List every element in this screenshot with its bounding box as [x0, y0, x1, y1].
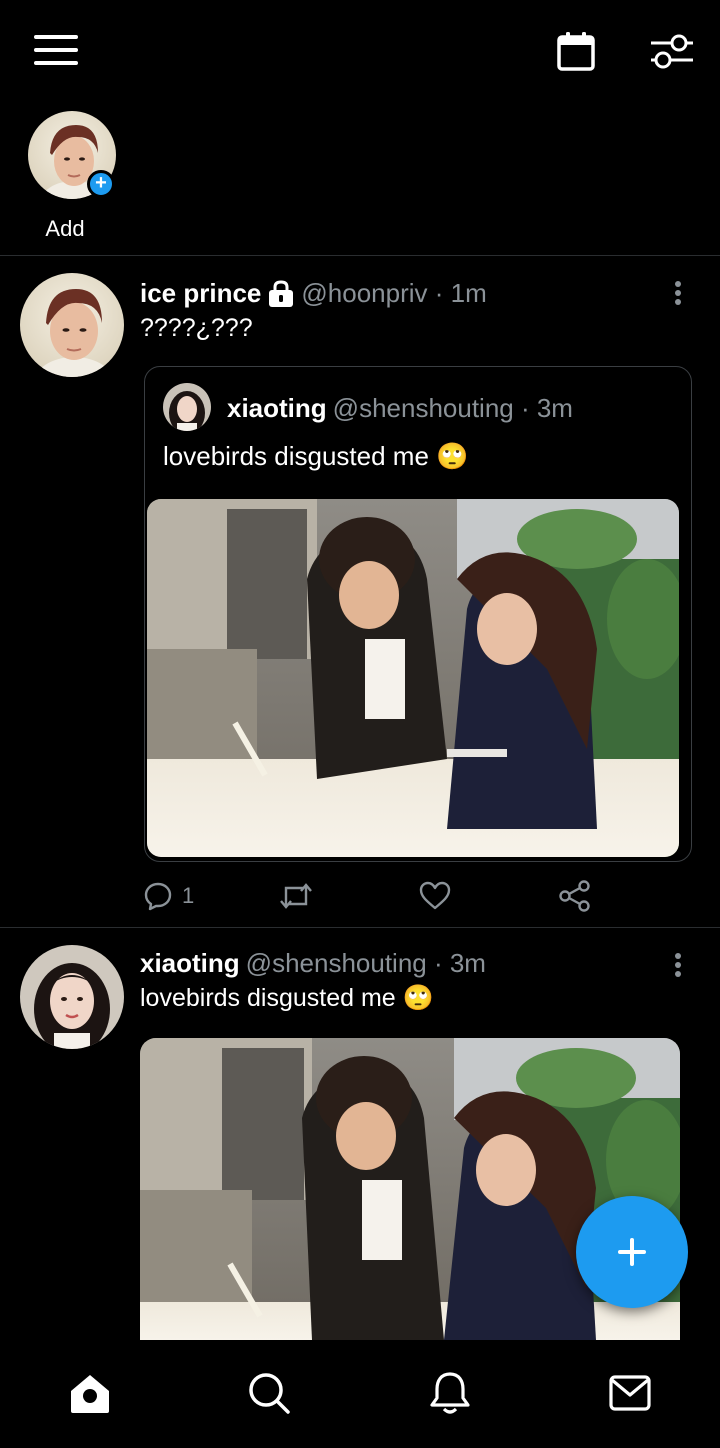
top-app-bar: [0, 0, 720, 100]
calendar-icon[interactable]: [554, 28, 598, 74]
add-fleet-label[interactable]: Add: [20, 216, 110, 242]
reply-icon: [142, 880, 174, 912]
reply-button[interactable]: 1: [142, 876, 194, 916]
quoted-tweet[interactable]: xiaoting @shenshouting · 3m lovebirds di…: [144, 366, 692, 862]
like-button[interactable]: [418, 876, 452, 916]
lock-icon: [267, 279, 295, 308]
avatar[interactable]: [20, 273, 124, 377]
sliders-icon[interactable]: [648, 30, 696, 72]
hamburger-menu-icon[interactable]: [30, 32, 82, 68]
tweet-text: lovebirds disgusted me 🙄: [140, 984, 434, 1012]
tweet-photo[interactable]: [147, 499, 679, 857]
tweet-actions: 1: [140, 876, 610, 916]
display-name[interactable]: ice prince: [140, 278, 261, 309]
retweet-button[interactable]: [278, 876, 314, 916]
bell-icon[interactable]: [425, 1368, 475, 1418]
tweet-text: ????¿???: [140, 314, 253, 342]
fleets-row: + Add: [0, 100, 720, 256]
quoted-tweet-header: xiaoting @shenshouting · 3m: [227, 393, 573, 424]
more-options-icon[interactable]: [668, 278, 688, 308]
home-icon[interactable]: [65, 1368, 115, 1418]
heart-icon: [418, 880, 452, 912]
handle-and-time: @hoonpriv · 1m: [301, 278, 487, 308]
reply-count: 1: [182, 883, 195, 908]
display-name[interactable]: xiaoting: [140, 948, 240, 979]
bottom-navigation: [0, 1340, 720, 1448]
tweet-header: xiaoting @shenshouting · 3m: [140, 948, 486, 979]
avatar[interactable]: [20, 945, 124, 1049]
share-icon: [558, 879, 592, 913]
add-fleet-plus-icon[interactable]: +: [87, 170, 115, 198]
handle-and-time: @shenshouting · 3m: [332, 393, 573, 423]
more-options-icon[interactable]: [668, 950, 688, 980]
handle-and-time: @shenshouting · 3m: [245, 948, 486, 978]
retweet-icon: [278, 880, 314, 912]
tweet-item[interactable]: ice prince @hoonpriv · 1m ????¿??? xiaot…: [0, 256, 720, 928]
avatar: [163, 383, 211, 431]
search-icon[interactable]: [244, 1368, 294, 1418]
quoted-tweet-text: lovebirds disgusted me 🙄: [163, 441, 469, 471]
compose-tweet-button[interactable]: [576, 1196, 688, 1308]
mail-icon[interactable]: [605, 1368, 655, 1418]
share-button[interactable]: [558, 876, 592, 916]
display-name: xiaoting: [227, 393, 327, 423]
tweet-header: ice prince @hoonpriv · 1m: [140, 278, 487, 309]
plus-icon: [615, 1235, 649, 1269]
